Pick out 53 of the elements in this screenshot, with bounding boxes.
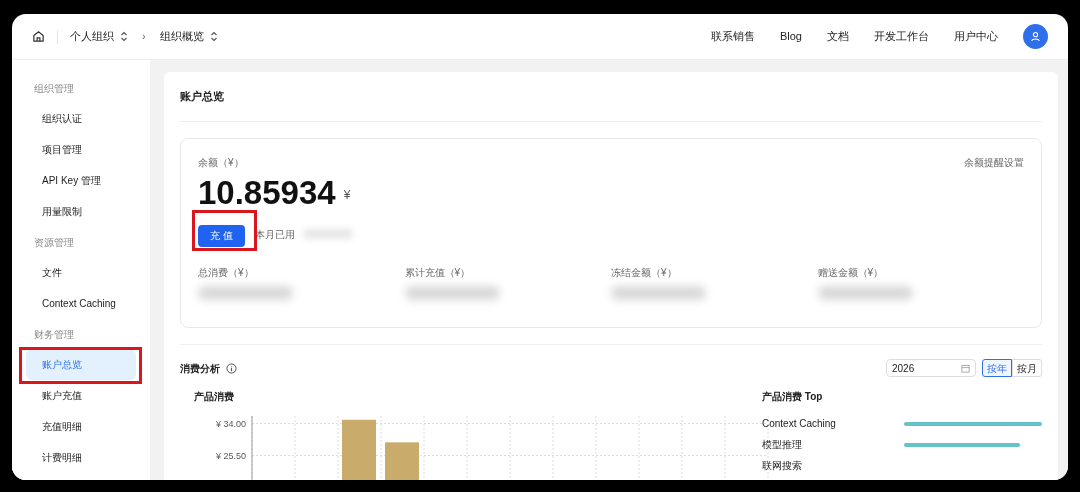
breadcrumb-dropdown[interactable]: 个人组织 [70, 28, 128, 45]
nav-link[interactable]: 文档 [827, 28, 849, 45]
mode-tab[interactable]: 按年 [982, 359, 1012, 377]
breadcrumb-dropdown[interactable]: 组织概览 [159, 28, 218, 45]
user-icon [1030, 31, 1041, 42]
sidebar-item[interactable]: 充值明细 [26, 411, 136, 442]
nav-link[interactable]: 用户中心 [954, 28, 998, 45]
avatar[interactable] [1023, 24, 1048, 49]
chart-bar [385, 442, 419, 480]
sidebar-item[interactable]: 组织认证 [26, 103, 136, 134]
y-axis [251, 415, 253, 480]
nav-link[interactable]: 开发工作台 [874, 28, 929, 45]
stat-label: 赠送金额（¥） [817, 265, 885, 280]
chart-title: 产品消费 [194, 390, 235, 404]
y-tick-label: ¥ 25.50 [215, 450, 246, 461]
calendar-icon [961, 363, 970, 373]
y-tick-label: ¥ 34.00 [215, 418, 246, 429]
chevron-up-down-icon [120, 31, 128, 42]
balance-alert-link[interactable]: 余额提醒设置 [964, 155, 1024, 170]
currency-symbol: ¥ [343, 187, 351, 204]
sidebar-item[interactable]: 文件 [26, 257, 136, 288]
year-picker[interactable]: 2026 [886, 359, 976, 377]
highlight-frame [192, 210, 257, 251]
chart-bar [342, 419, 376, 480]
nav-link[interactable]: 联系销售 [710, 28, 755, 45]
breadcrumb-separator: › [142, 29, 146, 45]
top-list-title: 产品消费 Top [762, 390, 824, 404]
stat-label: 冻结金额（¥） [611, 265, 678, 280]
sidebar-item[interactable]: 用量限制 [26, 196, 136, 227]
balance-amount: 10.85934 [198, 174, 336, 212]
recharge-button[interactable]: 充 值 [198, 224, 245, 247]
top-item-label: 联网搜索 [762, 459, 803, 473]
section-title: 消费分析 [180, 361, 220, 376]
mode-tab[interactable]: 按月 [1012, 359, 1042, 377]
chevron-up-down-icon [209, 31, 218, 42]
stat-label: 累计充值（¥） [404, 265, 472, 280]
sidebar-group-title: 组织管理 [33, 81, 75, 96]
sidebar-group-title: 财务管理 [33, 327, 75, 342]
sidebar-item[interactable]: 计费明细 [26, 442, 136, 473]
top-item-label: Context Caching [762, 417, 837, 431]
sidebar-item[interactable]: 项目管理 [26, 134, 136, 165]
sidebar-item[interactable]: 账户充值 [26, 380, 136, 411]
home-icon[interactable] [32, 30, 45, 43]
stat-label: 总消费（¥） [198, 265, 255, 280]
sidebar-group-title: 资源管理 [33, 235, 75, 250]
sidebar-item[interactable]: Context Caching [26, 288, 136, 319]
sidebar-item[interactable]: API Key 管理 [26, 165, 136, 196]
info-icon[interactable] [226, 362, 237, 374]
sidebar-item[interactable]: 账户总览 [26, 349, 136, 380]
balance-label: 余额（¥） [198, 156, 244, 170]
nav-link[interactable]: Blog [779, 28, 802, 45]
page-title: 账户总览 [180, 72, 1042, 122]
top-item-label: 模型推理 [762, 438, 803, 452]
